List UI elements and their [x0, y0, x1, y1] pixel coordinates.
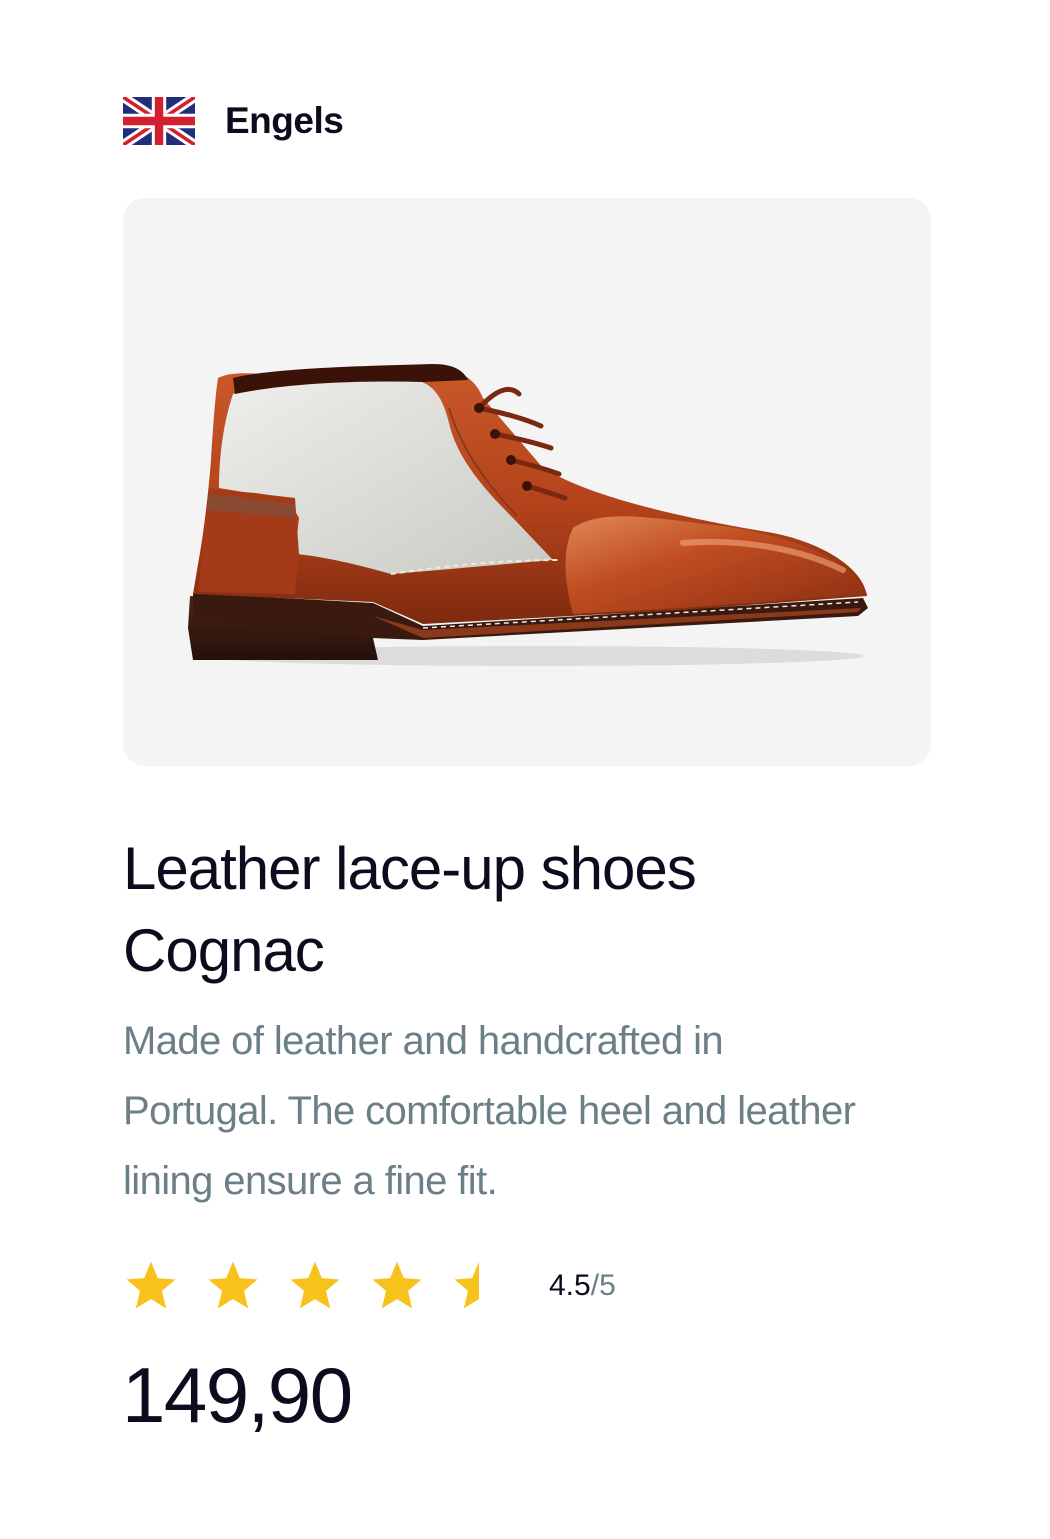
product-price: 149,90 [122, 1351, 353, 1439]
star-icon [290, 1261, 340, 1309]
product-image[interactable] [123, 198, 931, 766]
product-description: Made of leather and handcrafted in Portug… [123, 1006, 943, 1216]
product-title-line2: Cognac [123, 917, 325, 984]
product-rating: 4.5/5 [123, 1256, 616, 1316]
rating-separator: / [590, 1269, 600, 1302]
uk-flag-icon [123, 97, 195, 145]
rating-max: 5 [599, 1269, 616, 1302]
language-selector[interactable]: Engels [123, 96, 344, 146]
rating-value: 4.5 [549, 1269, 591, 1302]
star-icon [208, 1261, 258, 1309]
description-line3: lining ensure a fine fit. [123, 1159, 498, 1203]
rating-text: 4.5/5 [549, 1269, 616, 1303]
half-star-icon [454, 1261, 479, 1309]
product-title: Leather lace-up shoes Cognac [123, 828, 931, 992]
product-title-line1: Leather lace-up shoes [123, 835, 697, 902]
rating-stars [123, 1258, 507, 1314]
star-icon [126, 1261, 176, 1309]
star-icon [372, 1261, 422, 1309]
language-label: Engels [225, 100, 344, 141]
description-line1: Made of leather and handcrafted in [123, 1019, 724, 1063]
shoe-image [188, 364, 868, 666]
description-line2: Portugal. The comfortable heel and leath… [123, 1089, 856, 1133]
